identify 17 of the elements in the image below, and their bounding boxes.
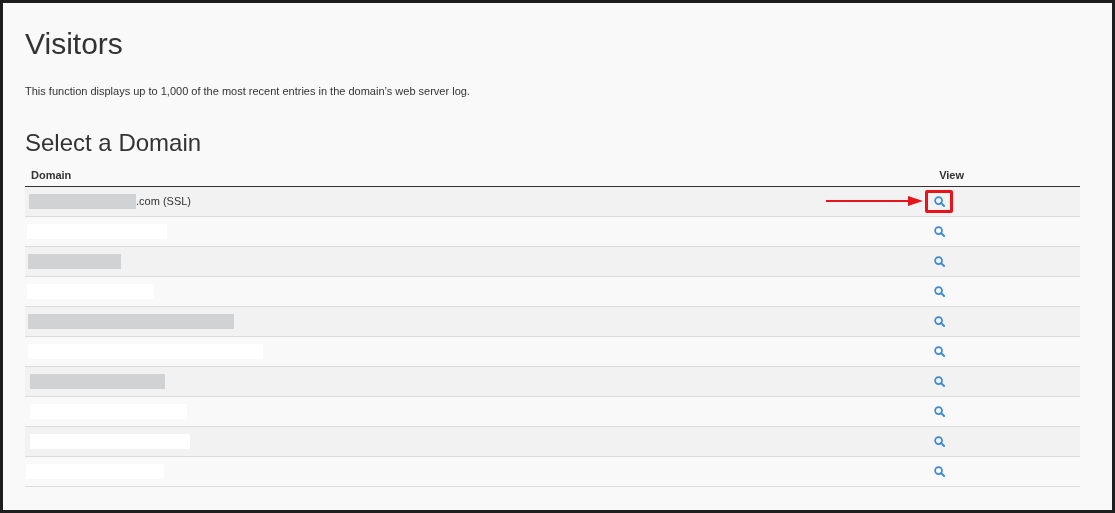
search-icon [933,405,945,417]
page-title: Visitors [25,26,124,62]
view-button[interactable] [925,189,953,213]
search-icon [933,255,945,267]
search-icon [933,315,945,327]
column-header: Domain [31,167,72,183]
search-icon [933,285,945,297]
domain-text: .com (SSL) [136,193,191,209]
search-icon [933,195,945,207]
search-icon [933,465,945,477]
description-text: This function displays up to 1,000 of the most recent entries in the domain’s web server log. [25,84,471,99]
section-title: Select a Domain [25,127,203,158]
search-icon [933,375,945,387]
search-icon [933,435,945,447]
search-icon [933,225,945,237]
search-icon [933,345,945,357]
column-header: View [939,167,964,183]
